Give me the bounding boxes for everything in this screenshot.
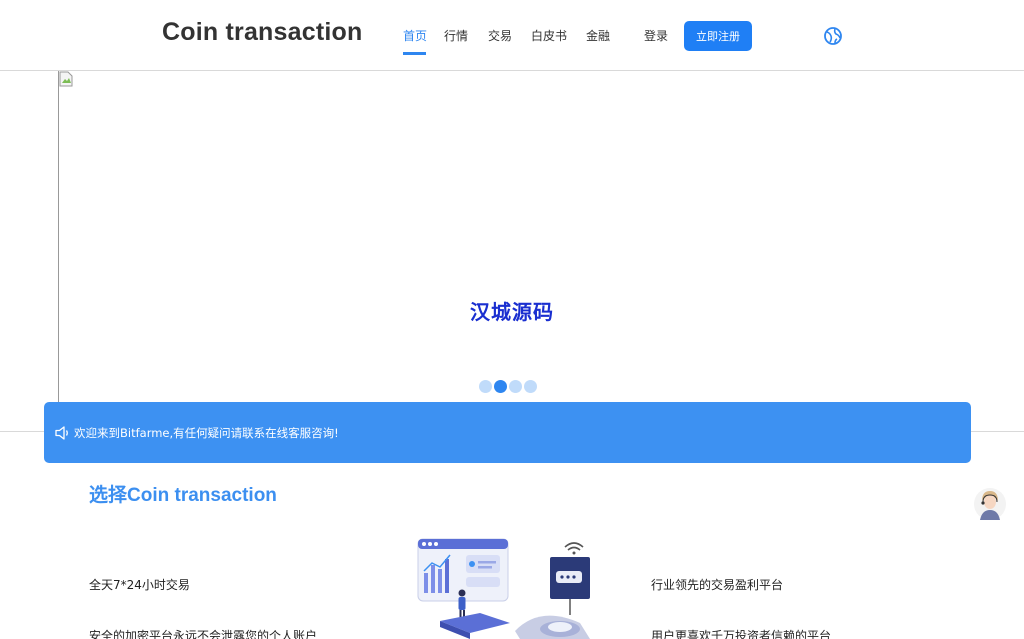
- banner-watermark: 汉城源码: [470, 300, 554, 324]
- carousel-dot[interactable]: [479, 380, 492, 393]
- announcement-text: 欢迎来到Bitfarme,有任何疑问请联系在线客服咨询!: [74, 425, 339, 440]
- trading-illustration: [417, 538, 590, 639]
- section-title: 选择Coin transaction: [89, 485, 277, 506]
- nav-item-market[interactable]: 行情: [444, 27, 468, 44]
- nav-item-trade[interactable]: 交易: [488, 27, 512, 44]
- feature-item: 全天7*24小时交易: [89, 578, 190, 592]
- announcement-bar[interactable]: 欢迎来到Bitfarme,有任何疑问请联系在线客服咨询!: [44, 402, 971, 463]
- nav-item-whitepaper[interactable]: 白皮书: [531, 27, 567, 44]
- banner-image-frame: [58, 71, 1024, 403]
- login-link[interactable]: 登录: [644, 27, 668, 44]
- feature-item: 行业领先的交易盈利平台: [651, 578, 784, 592]
- carousel-dot[interactable]: [524, 380, 537, 393]
- carousel-dot-active[interactable]: [494, 380, 507, 393]
- top-header: Coin transaction 首页 行情 交易 白皮书 金融 登录 立即注册: [0, 0, 1024, 71]
- globe-icon[interactable]: [823, 26, 843, 46]
- feature-item: 用户更喜欢千万投资者信赖的平台: [651, 629, 832, 639]
- customer-service-avatar-icon[interactable]: [974, 487, 1006, 521]
- banner-carousel[interactable]: 汉城源码: [0, 71, 1024, 432]
- carousel-indicators: [479, 380, 537, 393]
- register-button[interactable]: 立即注册: [684, 21, 752, 51]
- nav-active-indicator: [403, 27, 426, 57]
- speaker-icon: [55, 425, 68, 440]
- broken-image-icon: [59, 71, 73, 87]
- feature-item: 安全的加密平台永远不会泄露您的个人账户: [89, 629, 318, 639]
- brand-logo-text[interactable]: Coin transaction: [162, 18, 362, 47]
- nav-item-finance[interactable]: 金融: [586, 27, 610, 44]
- carousel-dot[interactable]: [509, 380, 522, 393]
